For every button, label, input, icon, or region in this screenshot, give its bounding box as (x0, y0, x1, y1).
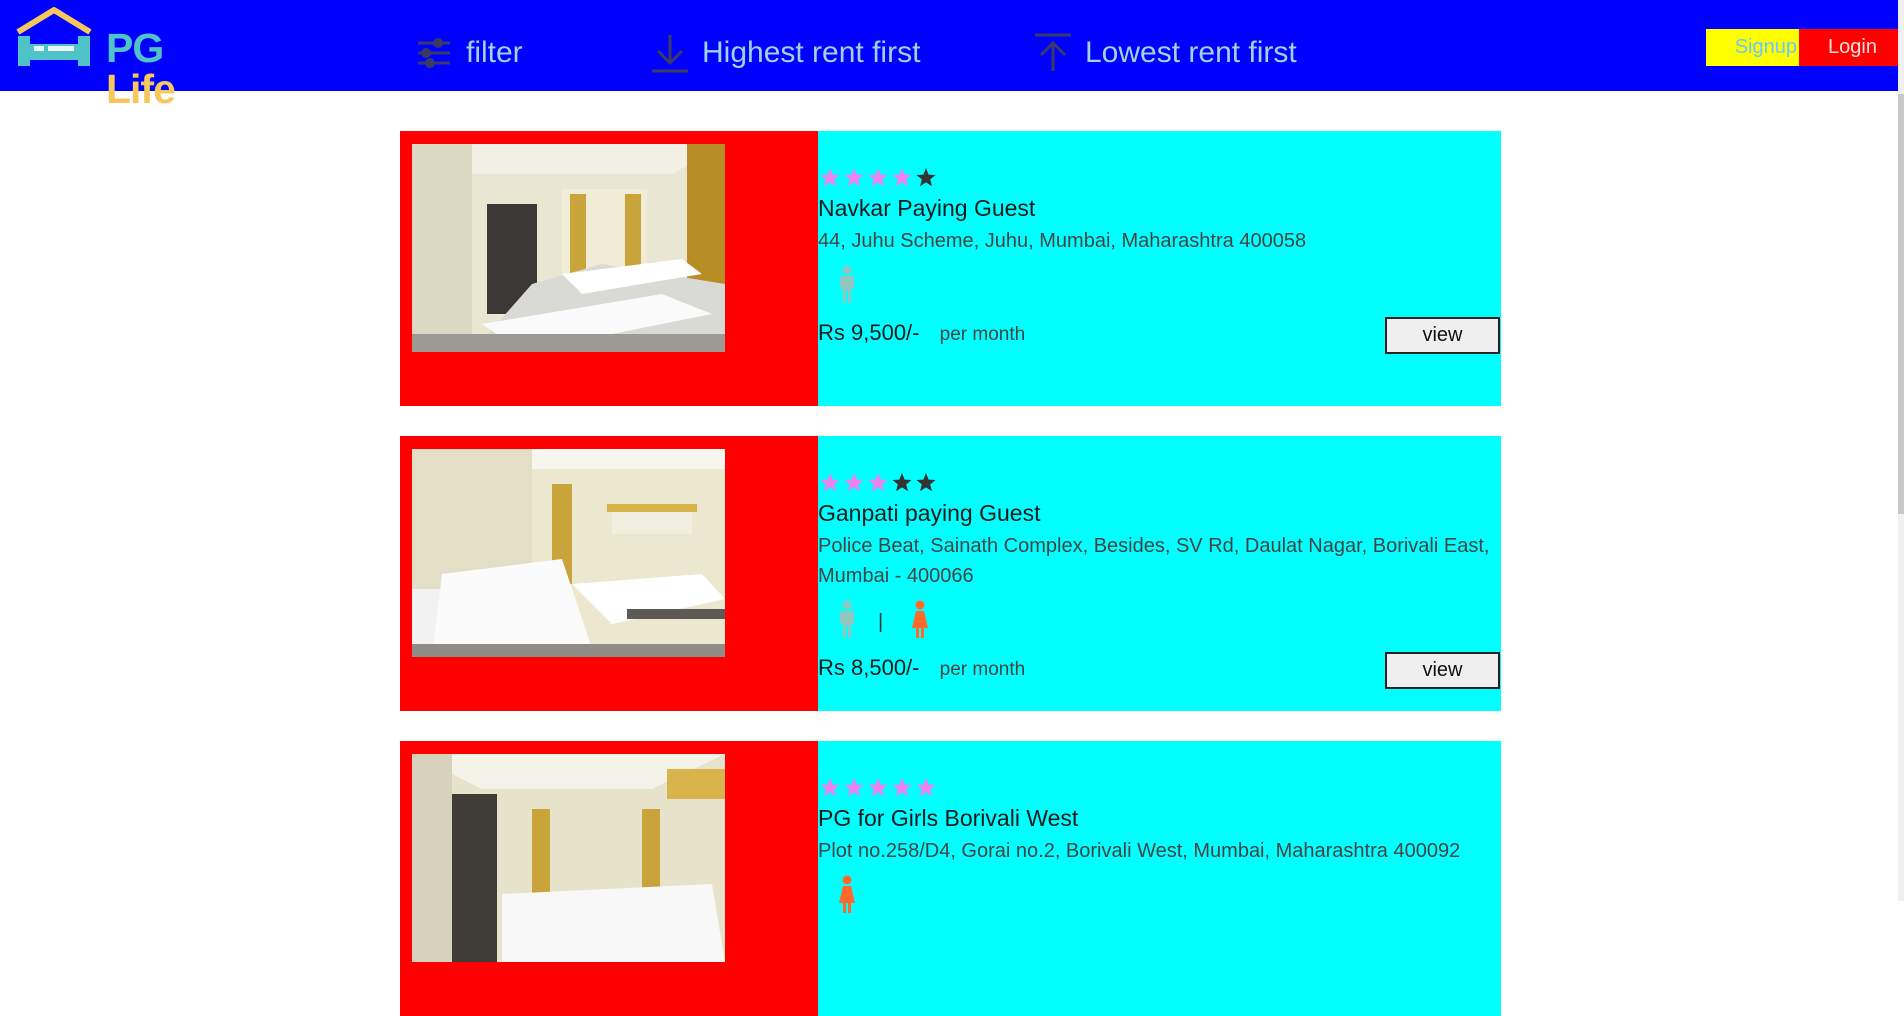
house-icon (16, 7, 92, 66)
star-filled-icon (844, 473, 864, 492)
rating-stars (818, 166, 938, 190)
sort-lowest-button[interactable]: Lowest rent first (1035, 28, 1297, 78)
login-button[interactable]: Login (1799, 29, 1900, 66)
logo-text-life: Life (106, 66, 176, 112)
view-button[interactable]: view (1385, 317, 1500, 354)
property-image-panel (400, 741, 818, 1016)
filter-label: filter (466, 36, 523, 69)
logo[interactable]: PG Life (14, 6, 224, 110)
star-filled-icon (916, 778, 936, 797)
rent-amount: Rs 9,500/- (818, 320, 920, 345)
gender-separator: | (878, 610, 884, 633)
male-icon (836, 265, 858, 310)
star-filled-icon (820, 778, 840, 797)
property-address: Police Beat, Sainath Complex, Besides, S… (818, 535, 1490, 587)
filter-button[interactable]: filter (416, 28, 523, 78)
scrollbar-track[interactable] (1898, 0, 1904, 901)
star-filled-icon (820, 473, 840, 492)
property-info-panel: Navkar Paying Guest 44, Juhu Scheme, Juh… (818, 131, 1501, 406)
star-filled-icon (868, 778, 888, 797)
female-icon (909, 600, 931, 645)
property-name[interactable]: Ganpati paying Guest (818, 500, 1040, 527)
navbar: PG Life filter Highest rent first Lowest… (0, 0, 1904, 110)
rent-period: per month (939, 324, 1026, 345)
property-info-panel: Ganpati paying Guest Police Beat, Sainat… (818, 436, 1501, 711)
star-filled-icon (868, 168, 888, 187)
rent-period: per month (939, 659, 1026, 680)
gender-icons (836, 265, 858, 309)
male-icon (836, 600, 858, 645)
logo-text-pg: PG (106, 25, 164, 71)
property-address: Plot no.258/D4, Gorai no.2, Borivali Wes… (818, 840, 1461, 862)
property-info-panel: PG for Girls Borivali West Plot no.258/D… (818, 741, 1501, 1016)
sort-lowest-label: Lowest rent first (1085, 36, 1297, 69)
star-empty-icon (916, 473, 936, 492)
rent-info: Rs 8,500/- per month (818, 655, 1025, 681)
gender-icons (836, 875, 858, 919)
star-filled-icon (844, 778, 864, 797)
rating-stars (818, 776, 938, 800)
property-card: Ganpati paying Guest Police Beat, Sainat… (400, 436, 1501, 711)
property-photo[interactable] (412, 754, 725, 962)
property-address: 44, Juhu Scheme, Juhu, Mumbai, Maharasht… (818, 230, 1307, 252)
property-photo[interactable] (412, 449, 725, 657)
female-icon (836, 875, 858, 920)
arrow-up-icon (1035, 33, 1071, 71)
property-image-panel (400, 436, 818, 711)
rating-stars (818, 471, 938, 495)
scrollbar-thumb[interactable] (1898, 94, 1904, 514)
star-filled-icon (868, 473, 888, 492)
star-empty-icon (916, 168, 936, 187)
property-card: PG for Girls Borivali West Plot no.258/D… (400, 741, 1501, 1016)
property-name[interactable]: Navkar Paying Guest (818, 195, 1035, 222)
star-filled-icon (892, 778, 912, 797)
property-photo[interactable] (412, 144, 725, 352)
star-filled-icon (892, 168, 912, 187)
signup-button[interactable]: Signup (1706, 29, 1799, 66)
filter-icon (418, 38, 450, 68)
property-card: Navkar Paying Guest 44, Juhu Scheme, Juh… (400, 131, 1501, 406)
view-button[interactable]: view (1385, 652, 1500, 689)
star-filled-icon (844, 168, 864, 187)
star-empty-icon (892, 473, 912, 492)
star-filled-icon (820, 168, 840, 187)
property-image-panel (400, 131, 818, 406)
rent-amount: Rs 8,500/- (818, 655, 920, 680)
gender-icons: | (836, 600, 931, 644)
property-name[interactable]: PG for Girls Borivali West (818, 805, 1078, 832)
arrow-down-icon (652, 35, 688, 73)
rent-info: Rs 9,500/- per month (818, 320, 1025, 346)
sort-highest-button[interactable]: Highest rent first (652, 28, 920, 78)
sort-highest-label: Highest rent first (702, 36, 921, 69)
